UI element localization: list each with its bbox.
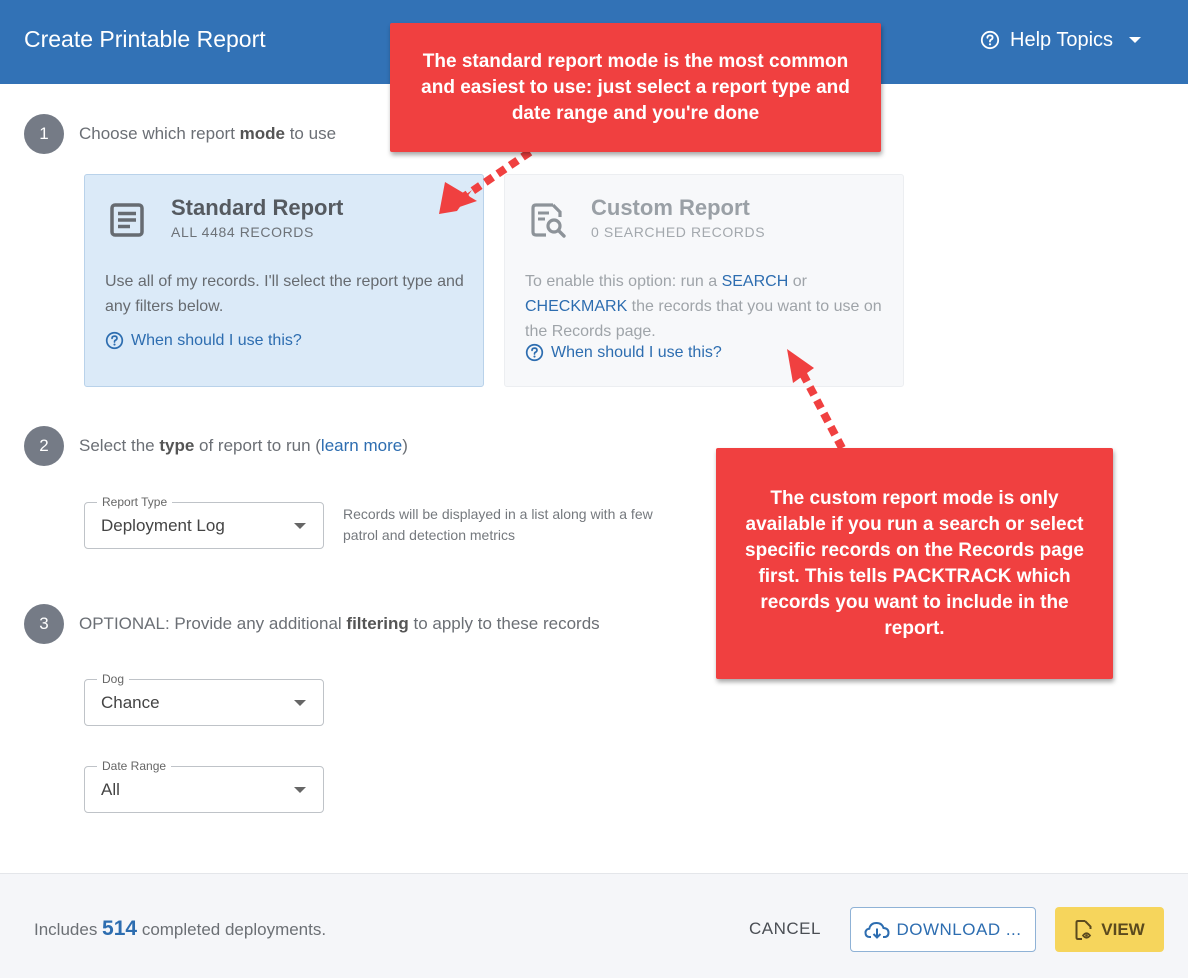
date-range-value: All: [101, 780, 120, 799]
step-2-badge: 2: [24, 426, 64, 466]
standard-report-count: ALL 4484 RECORDS: [171, 224, 314, 240]
report-type-label: Report Type: [97, 495, 173, 509]
chevron-down-icon: [1129, 37, 1142, 43]
learn-more-link[interactable]: learn more: [321, 436, 402, 455]
dog-label: Dog: [97, 672, 130, 686]
date-range-select[interactable]: Date Range All: [84, 759, 324, 813]
report-type-value: Deployment Log: [101, 516, 225, 535]
standard-report-description: Use all of my records. I'll select the r…: [105, 273, 464, 315]
help-topics-menu[interactable]: Help Topics: [980, 27, 1142, 53]
document-lines-icon: [110, 203, 144, 237]
help-circle-icon: [105, 331, 124, 350]
dialog-footer: Includes 514 completed deployments. CANC…: [0, 873, 1188, 978]
step-3-badge: 3: [24, 604, 64, 644]
step-2-text: Select the type of report to run (learn …: [79, 436, 408, 455]
standard-mode-callout: The standard report mode is the most com…: [390, 23, 881, 152]
document-eye-icon: [1075, 919, 1092, 940]
report-type-hint: Records will be displayed in a list alon…: [343, 506, 653, 543]
help-circle-icon: [980, 30, 1000, 50]
checkmark-link[interactable]: CHECKMARK: [525, 298, 627, 315]
chevron-down-icon: [294, 523, 306, 529]
chevron-down-icon: [294, 700, 306, 706]
custom-report-card[interactable]: Custom Report 0 SEARCHED RECORDS To enab…: [504, 174, 904, 387]
step-1-text: Choose which report mode to use: [79, 124, 337, 143]
date-range-label: Date Range: [97, 759, 172, 773]
cloud-download-icon: [864, 921, 890, 939]
chevron-down-icon: [294, 787, 306, 793]
custom-report-count: 0 SEARCHED RECORDS: [591, 224, 766, 240]
custom-report-description: To enable this option: run a SEARCH or C…: [525, 273, 882, 340]
deployment-count: 514: [102, 917, 138, 940]
step-3-text: OPTIONAL: Provide any additional filteri…: [79, 614, 600, 633]
help-topics-label: Help Topics: [1010, 28, 1114, 51]
deployment-summary: Includes 514 completed deployments.: [34, 917, 327, 940]
standard-when-link[interactable]: When should I use this?: [105, 331, 302, 350]
download-button[interactable]: DOWNLOAD ...: [850, 907, 1036, 952]
dog-select[interactable]: Dog Chance: [84, 672, 324, 726]
report-type-select[interactable]: Report Type Deployment Log: [84, 495, 324, 549]
step-1-badge: 1: [24, 114, 64, 154]
page-title: Create Printable Report: [24, 26, 266, 52]
standard-report-card[interactable]: Standard Report ALL 4484 RECORDS Use all…: [84, 174, 484, 387]
custom-report-title: Custom Report: [591, 195, 750, 220]
standard-report-title: Standard Report: [171, 195, 344, 220]
view-button[interactable]: VIEW: [1055, 907, 1164, 952]
custom-when-link[interactable]: When should I use this?: [525, 343, 722, 362]
dog-value: Chance: [101, 693, 160, 712]
search-link[interactable]: SEARCH: [722, 273, 789, 290]
cancel-button[interactable]: CANCEL: [735, 907, 835, 951]
document-search-icon: [531, 203, 566, 238]
custom-mode-callout: The custom report mode is only available…: [716, 448, 1113, 679]
help-circle-icon: [525, 343, 544, 362]
